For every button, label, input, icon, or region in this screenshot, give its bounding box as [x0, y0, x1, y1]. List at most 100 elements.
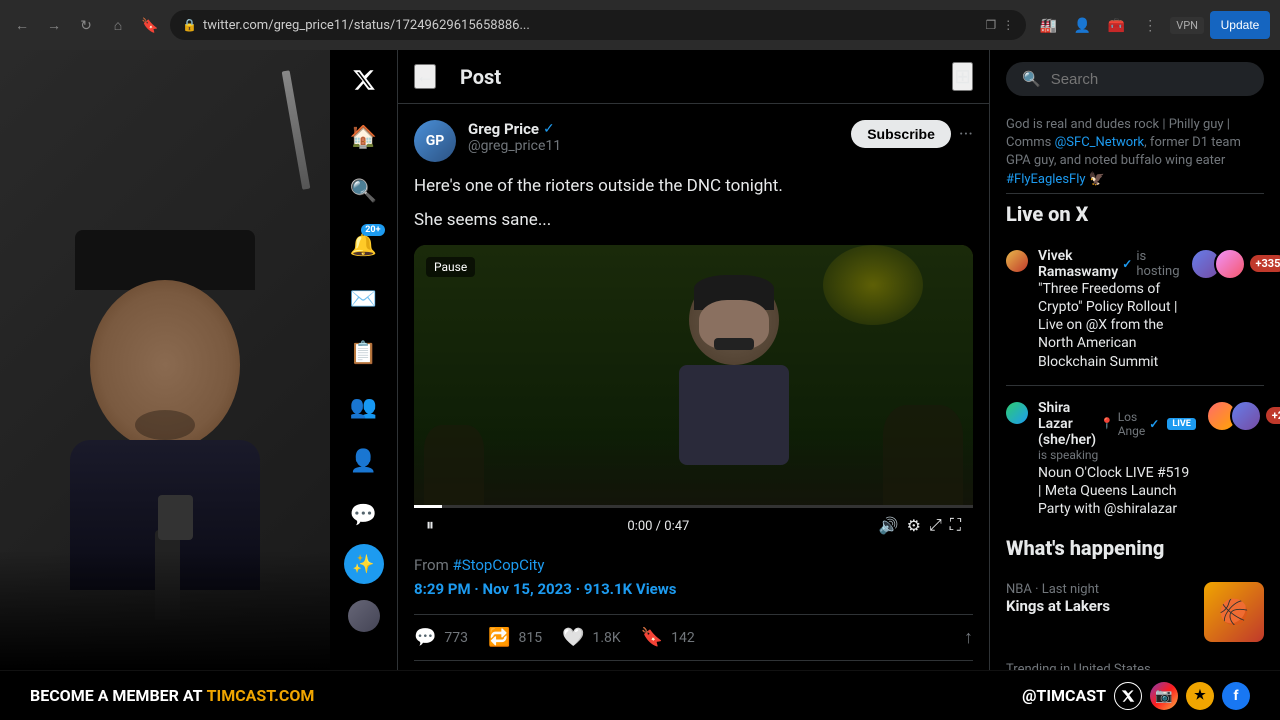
search-input[interactable] — [1051, 71, 1250, 88]
verified-icon-2: ✓ — [1149, 417, 1159, 431]
happening-item-nba[interactable]: NBA · Last night Kings at Lakers 🏀 — [1006, 572, 1264, 652]
back-button[interactable]: ← — [10, 13, 34, 37]
search-bar[interactable]: 🔍 — [1006, 62, 1264, 96]
sidebar-item-messages[interactable]: ✉️ — [339, 274, 389, 324]
from-hashtag: From #StopCopCity — [414, 556, 973, 574]
webcam-panel — [0, 50, 330, 670]
video-controls: ⏸ 0:00 / 0:47 🔊 ⚙ ⤢ ⛶ — [414, 508, 973, 544]
similar-posts-row[interactable]: ✨ See similar posts → — [414, 661, 973, 670]
mute-button[interactable]: 🔊 — [879, 516, 899, 536]
messages-icon: ✉️ — [350, 287, 377, 312]
live-status-2: is speaking — [1038, 448, 1196, 462]
like-stat[interactable]: 🤍 1.8K — [562, 627, 621, 648]
video-timestamp: 0:00 / 0:47 — [446, 519, 871, 534]
live-host-avatar-1 — [1006, 250, 1028, 272]
pip-button[interactable]: ⤢ — [929, 517, 942, 535]
more-options-button[interactable]: ··· — [959, 124, 973, 145]
extensions2-button[interactable]: 🧰 — [1102, 11, 1130, 39]
happening-title: What's happening — [1006, 536, 1264, 560]
extensions-button[interactable]: 🏭 — [1034, 11, 1062, 39]
live-count-1: +335 — [1250, 255, 1280, 272]
hashtag-link[interactable]: #StopCopCity — [452, 556, 544, 574]
sidebar-item-profile[interactable]: 👤 — [339, 436, 389, 486]
settings-button[interactable]: ⚙ — [907, 516, 921, 536]
back-button[interactable]: ← — [414, 64, 436, 89]
live-host-name-1: Vivek Ramaswamy ✓ is hosting — [1038, 248, 1180, 280]
sidebar-item-communities[interactable]: 👥 — [339, 382, 389, 432]
sidebar-item-explore[interactable]: 🔍 — [339, 166, 389, 216]
subscribe-button[interactable]: Subscribe — [851, 120, 951, 148]
facebook-social-button[interactable]: f — [1222, 682, 1250, 710]
twitter-sidebar: 🏠 🔍 🔔 20+ ✉️ 📋 👥 👤 💬 — [330, 50, 398, 670]
live-section: Live on X Vivek Ramaswamy ✓ is hosting "… — [1006, 202, 1264, 529]
compose-button[interactable]: ✨ — [344, 544, 384, 584]
bookmark-button[interactable]: 🔖 — [138, 13, 162, 37]
vpn-badge: VPN — [1170, 17, 1204, 34]
post-header: ← Post ⊞ — [398, 50, 989, 104]
search-icon: 🔍 — [1022, 70, 1041, 88]
layout-button[interactable]: ⊞ — [952, 62, 973, 91]
happening-item-trending[interactable]: Trending in United States Bay Bridge 1,7… — [1006, 652, 1264, 670]
bottom-banner: BECOME A MEMBER AT TIMCAST.COM @TIMCAST … — [0, 670, 1280, 720]
post-header-left: ← Post — [414, 64, 501, 89]
live-section-title: Live on X — [1006, 202, 1264, 226]
home-button[interactable]: ⌂ — [106, 13, 130, 37]
instagram-social-button[interactable]: 📷 — [1150, 682, 1178, 710]
verified-icon: ✓ — [543, 121, 555, 137]
video-player[interactable]: Pause ⏸ 0:00 / 0:47 🔊 ⚙ ⤢ ⛶ — [414, 245, 973, 544]
profile-icon: 👤 — [350, 449, 377, 474]
refresh-button[interactable]: ↻ — [74, 13, 98, 37]
banner-site-text: TIMCAST.COM — [207, 686, 315, 705]
play-pause-button[interactable]: ⏸ — [426, 517, 434, 535]
trending-label: Trending in United States — [1006, 662, 1241, 670]
location-pin: 📍 — [1100, 417, 1114, 430]
user-avatar[interactable] — [348, 600, 380, 632]
more-icon: 💬 — [350, 503, 377, 528]
url-bar[interactable]: 🔒 twitter.com/greg_price11/status/172496… — [170, 10, 1026, 40]
x-social-button[interactable] — [1114, 682, 1142, 710]
views-count: 913.1K — [584, 580, 632, 598]
retweet-icon: 🔁 — [488, 627, 510, 648]
retweet-stat[interactable]: 🔁 815 — [488, 627, 542, 648]
live-avatars-2: +25 — [1206, 400, 1280, 432]
post-text-2: She seems sane... — [414, 208, 973, 234]
sidebar-item-more[interactable]: 💬 — [339, 490, 389, 540]
video-progress-fill — [414, 505, 442, 508]
twitter-logo[interactable] — [344, 60, 384, 100]
heart-icon: 🤍 — [562, 627, 584, 648]
live-item-1[interactable]: Vivek Ramaswamy ✓ is hosting "Three Free… — [1006, 238, 1264, 381]
avatar-stack-1 — [1190, 248, 1246, 280]
profile-button[interactable]: 👤 — [1068, 11, 1096, 39]
banner-left: BECOME A MEMBER AT TIMCAST.COM — [30, 686, 314, 705]
happening-section: What's happening NBA · Last night Kings … — [1006, 536, 1264, 670]
post-text-1: Here's one of the rioters outside the DN… — [414, 174, 973, 200]
sidebar-item-notifications[interactable]: 🔔 20+ — [339, 220, 389, 270]
video-progress-bar[interactable] — [414, 505, 973, 508]
bio-snippet: God is real and dudes rock | Philly guy … — [1006, 108, 1264, 194]
live-host-info-1: Vivek Ramaswamy ✓ is hosting "Three Free… — [1038, 248, 1180, 371]
retweets-count: 815 — [518, 630, 542, 646]
trending-info: Trending in United States Bay Bridge 1,7… — [1006, 662, 1241, 670]
communities-icon: 👥 — [350, 395, 377, 420]
video-ctrl-right: 🔊 ⚙ ⤢ ⛶ — [879, 516, 961, 536]
views-label: Views — [632, 580, 676, 598]
settings-button[interactable]: ⋮ — [1136, 11, 1164, 39]
author-name-row: Greg Price ✓ — [468, 120, 839, 138]
nba-title: Kings at Lakers — [1006, 597, 1194, 615]
sidebar-item-home[interactable]: 🏠 — [339, 112, 389, 162]
forward-button[interactable]: → — [42, 13, 66, 37]
sidebar-item-lists[interactable]: 📋 — [339, 328, 389, 378]
share-button[interactable]: ↑ — [964, 627, 973, 648]
update-button[interactable]: Update — [1210, 11, 1270, 39]
bookmark-stat[interactable]: 🔖 142 — [641, 627, 695, 648]
star-social-button[interactable]: ★ — [1186, 682, 1214, 710]
live-item-2[interactable]: Shira Lazar (she/her) 📍 Los Ange ✓ LIVE … — [1006, 390, 1264, 529]
post-body: GP Greg Price ✓ @greg_price11 Subscribe … — [398, 104, 989, 670]
likes-count: 1.8K — [592, 630, 620, 646]
banner-become-text: BECOME A MEMBER AT — [30, 686, 203, 705]
speaking-badge: LIVE — [1167, 418, 1195, 430]
trending-more-button[interactable]: ··· — [1251, 662, 1264, 670]
fullscreen-button[interactable]: ⛶ — [950, 517, 961, 535]
author-avatar[interactable]: GP — [414, 120, 456, 162]
comments-stat[interactable]: 💬 773 — [414, 627, 468, 648]
